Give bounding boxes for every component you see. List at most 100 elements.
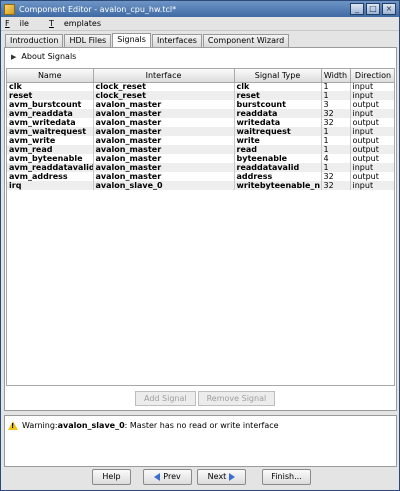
signal-type-cell[interactable]: writedata [234,118,322,127]
table-row[interactable]: avm_read avalon_master read 1 output [7,145,394,154]
close-button[interactable]: × [382,3,396,15]
table-row[interactable]: avm_writedata avalon_master writedata 32… [7,118,394,127]
direction-cell[interactable]: input [350,181,394,190]
width-cell[interactable]: 32 [321,172,351,181]
width-cell[interactable]: 4 [321,154,351,163]
direction-cell[interactable]: output [350,154,394,163]
table-row[interactable]: reset clock_reset reset 1 input [7,91,394,100]
table-row[interactable]: clk clock_reset clk 1 input [7,82,394,91]
minimize-button[interactable]: _ [350,3,364,15]
interface-cell[interactable]: avalon_master [93,118,235,127]
column-header-signal-type[interactable]: Signal Type [234,69,322,83]
add-signal-button[interactable]: Add Signal [135,391,196,406]
direction-cell[interactable]: input [350,163,394,172]
direction-cell[interactable]: output [350,136,394,145]
table-row[interactable]: avm_burstcount avalon_master burstcount … [7,100,394,109]
width-cell[interactable]: 32 [321,109,351,118]
signal-name-cell[interactable]: avm_readdata [7,109,94,118]
signal-name-cell[interactable]: irq [7,181,94,190]
tab-signals[interactable]: Signals [112,33,151,47]
interface-cell[interactable]: avalon_master [93,100,235,109]
signal-name-cell[interactable]: reset [7,91,94,100]
signal-name-cell[interactable]: avm_byteenable [7,154,94,163]
expand-arrow-icon: ▶ [11,52,17,61]
interface-cell[interactable]: clock_reset [93,91,235,100]
signal-name-cell[interactable]: avm_write [7,136,94,145]
column-header-name[interactable]: Name [7,69,94,83]
interface-cell[interactable]: avalon_slave_0 [93,181,235,190]
tab-hdl-files[interactable]: HDL Files [64,34,112,47]
signals-panel: ▶ About Signals Name Interface Signal Ty… [4,47,397,411]
signal-type-cell[interactable]: clk [234,82,322,91]
signal-name-cell[interactable]: avm_address [7,172,94,181]
direction-cell[interactable]: output [350,118,394,127]
direction-cell[interactable]: input [350,91,394,100]
column-header-width[interactable]: Width [321,69,351,83]
signal-type-cell[interactable]: readdatavalid [234,163,322,172]
signal-type-cell[interactable]: burstcount [234,100,322,109]
table-row[interactable]: avm_waitrequest avalon_master waitreques… [7,127,394,136]
direction-cell[interactable]: output [350,100,394,109]
help-button[interactable]: Help [92,469,131,485]
signal-name-cell[interactable]: avm_readdatavalid [7,163,94,172]
signal-name-cell[interactable]: avm_read [7,145,94,154]
table-row[interactable]: avm_write avalon_master write 1 output [7,136,394,145]
signal-type-cell[interactable]: writebyteenable_n [234,181,322,190]
title-bar[interactable]: Component Editor - avalon_cpu_hw.tcl* _ … [1,1,399,17]
table-row[interactable]: irq avalon_slave_0 writebyteenable_n 32 … [7,181,394,190]
next-label: Next [207,472,227,481]
signal-type-cell[interactable]: readdata [234,109,322,118]
table-row[interactable]: avm_readdata avalon_master readdata 32 i… [7,109,394,118]
interface-cell[interactable]: avalon_master [93,136,235,145]
signal-name-cell[interactable]: avm_writedata [7,118,94,127]
column-header-direction[interactable]: Direction [350,69,394,83]
interface-cell[interactable]: avalon_master [93,145,235,154]
width-cell[interactable]: 1 [321,136,351,145]
next-button[interactable]: Next [197,469,246,485]
direction-cell[interactable]: output [350,145,394,154]
signal-type-cell[interactable]: address [234,172,322,181]
menu-file[interactable]: File [5,19,39,28]
signal-type-cell[interactable]: reset [234,91,322,100]
interface-cell[interactable]: clock_reset [93,82,235,91]
tab-component-wizard[interactable]: Component Wizard [202,34,290,47]
signal-name-cell[interactable]: avm_waitrequest [7,127,94,136]
signal-name-cell[interactable]: avm_burstcount [7,100,94,109]
direction-cell[interactable]: input [350,109,394,118]
table-row[interactable]: avm_readdatavalid avalon_master readdata… [7,163,394,172]
signal-type-cell[interactable]: read [234,145,322,154]
maximize-button[interactable]: □ [366,3,380,15]
width-cell[interactable]: 1 [321,163,351,172]
direction-cell[interactable]: output [350,172,394,181]
interface-cell[interactable]: avalon_master [93,163,235,172]
signal-type-cell[interactable]: write [234,136,322,145]
interface-cell[interactable]: avalon_master [93,109,235,118]
menu-templates[interactable]: Templates [49,19,111,28]
column-header-interface[interactable]: Interface [93,69,235,83]
width-cell[interactable]: 1 [321,145,351,154]
signal-type-cell[interactable]: byteenable [234,154,322,163]
signal-type-cell[interactable]: waitrequest [234,127,322,136]
tab-interfaces[interactable]: Interfaces [151,34,202,47]
table-row[interactable]: avm_address avalon_master address 32 out… [7,172,394,181]
width-cell[interactable]: 1 [321,82,351,91]
width-cell[interactable]: 32 [321,118,351,127]
prev-button[interactable]: Prev [143,469,192,485]
width-cell[interactable]: 1 [321,91,351,100]
component-editor-window: Component Editor - avalon_cpu_hw.tcl* _ … [0,0,400,491]
signal-name-cell[interactable]: clk [7,82,94,91]
width-cell[interactable]: 3 [321,100,351,109]
interface-cell[interactable]: avalon_master [93,154,235,163]
width-cell[interactable]: 32 [321,181,351,190]
interface-cell[interactable]: avalon_master [93,172,235,181]
direction-cell[interactable]: input [350,127,394,136]
table-row[interactable]: avm_byteenable avalon_master byteenable … [7,154,394,163]
tab-introduction[interactable]: Introduction [5,34,64,47]
width-cell[interactable]: 1 [321,127,351,136]
about-signals-toggle[interactable]: ▶ About Signals [11,52,76,61]
remove-signal-button[interactable]: Remove Signal [197,391,276,406]
direction-cell[interactable]: input [350,82,394,91]
finish-button[interactable]: Finish... [262,469,311,485]
interface-cell[interactable]: avalon_master [93,127,235,136]
arrow-right-icon [229,473,236,481]
